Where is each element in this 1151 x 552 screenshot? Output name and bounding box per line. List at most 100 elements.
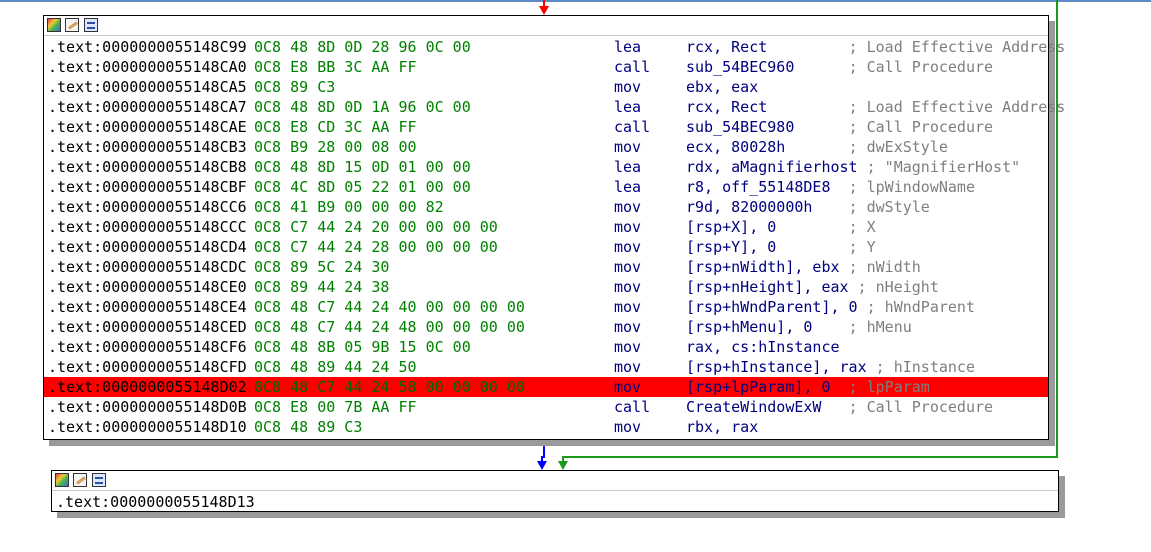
operand-text: [rsp+X], 0: [686, 218, 777, 236]
line-comment: ; Load Effective Address: [848, 38, 1066, 56]
edit-block-icon[interactable]: [73, 473, 87, 487]
line-mnemonic: mov: [614, 138, 642, 156]
line-mnemonic: mov: [614, 278, 642, 296]
disasm-line[interactable]: .text:0000000055148CED 0C8 48 C7 44 24 48…: [44, 317, 1048, 337]
disasm-line[interactable]: .text:0000000055148D10 0C8 48 89 C3 mov rbx…: [44, 417, 1048, 437]
line-opcode-bytes: 0C8 E8 CD 3C AA FF: [254, 118, 417, 136]
line-operands[interactable]: r8, off_55148DE8 ; lpWindowName: [686, 177, 975, 197]
line-opcode-bytes: 0C8 41 B9 00 00 00 82: [254, 198, 444, 216]
line-mnemonic: mov: [614, 298, 642, 316]
operand-text: [rsp+hInstance], rax: [686, 358, 867, 376]
edit-block-icon[interactable]: [65, 18, 79, 32]
disasm-line[interactable]: .text:0000000055148D13: [52, 492, 1058, 512]
group-nodes-icon[interactable]: [92, 473, 106, 487]
line-operands[interactable]: [rsp+hInstance], rax ; hInstance: [686, 357, 975, 377]
disasm-line[interactable]: .text:0000000055148D0B 0C8 E8 00 7B AA FF…: [44, 397, 1048, 417]
operand-text: rbx, rax: [686, 418, 759, 436]
line-comment: ; lpWindowName: [848, 178, 975, 196]
line-comment: ; Call Procedure: [848, 398, 994, 416]
line-operands[interactable]: sub_54BEC980 ; Call Procedure: [686, 117, 993, 137]
line-mnemonic: mov: [614, 238, 642, 256]
disasm-line[interactable]: .text:0000000055148CA0 0C8 E8 BB 3C AA FF…: [44, 57, 1048, 77]
operand-text: rax, cs:hInstance: [686, 338, 840, 356]
disasm-line-selected[interactable]: .text:0000000055148D02 0C8 48 C7 44 24 58…: [44, 377, 1048, 397]
line-operands[interactable]: rcx, Rect ; Load Effective Address: [686, 97, 1065, 117]
line-address: .text:0000000055148CAE: [48, 118, 247, 136]
line-opcode-bytes: 0C8 48 C7 44 24 40 00 00 00 00: [254, 298, 525, 316]
line-address: .text:0000000055148CFD: [48, 358, 247, 376]
graph-top-border: [0, 0, 1151, 2]
line-operands[interactable]: r9d, 82000000h ; dwStyle: [686, 197, 930, 217]
group-nodes-icon[interactable]: [84, 18, 98, 32]
operand-text: [rsp+hMenu], 0: [686, 318, 813, 336]
line-operands[interactable]: sub_54BEC960 ; Call Procedure: [686, 57, 993, 77]
line-address: .text:0000000055148CED: [48, 318, 247, 336]
block-color-icon[interactable]: [47, 18, 61, 32]
line-operands[interactable]: ebx, eax: [686, 77, 758, 97]
line-address: .text:0000000055148CA7: [48, 98, 247, 116]
line-comment: ; dwExStyle: [848, 138, 948, 156]
disasm-line[interactable]: .text:0000000055148CE0 0C8 89 44 24 38 mov…: [44, 277, 1048, 297]
disasm-line[interactable]: .text:0000000055148CA5 0C8 89 C3 mov ebx, e…: [44, 77, 1048, 97]
line-operands[interactable]: ecx, 80028h ; dwExStyle: [686, 137, 948, 157]
line-operands[interactable]: [rsp+hWndParent], 0 ; hWndParent: [686, 297, 975, 317]
line-opcode-bytes: 0C8 89 C3: [254, 78, 336, 96]
line-operands[interactable]: CreateWindowExW ; Call Procedure: [686, 397, 993, 417]
line-opcode-bytes: 0C8 89 44 24 38: [254, 278, 390, 296]
line-opcode-bytes: 0C8 48 89 44 24 50: [254, 358, 417, 376]
disasm-line[interactable]: .text:0000000055148CFD 0C8 48 89 44 24 50…: [44, 357, 1048, 377]
line-comment: ; Call Procedure: [848, 58, 994, 76]
basic-block-2[interactable]: .text:0000000055148D13: [51, 470, 1059, 512]
disassembly-lines: .text:0000000055148C99 0C8 48 8D 0D 28 96…: [44, 36, 1065, 437]
disasm-line[interactable]: .text:0000000055148C99 0C8 48 8D 0D 28 96…: [44, 37, 1065, 57]
line-comment: ; hInstance: [875, 358, 975, 376]
line-mnemonic: lea: [614, 38, 642, 56]
green-edge-arrow: [558, 461, 568, 470]
line-opcode-bytes: 0C8 48 8D 0D 28 96 0C 00: [254, 38, 471, 56]
line-opcode-bytes: 0C8 48 8D 0D 1A 96 0C 00: [254, 98, 471, 116]
line-address: .text:0000000055148CC6: [48, 198, 247, 216]
line-operands[interactable]: [rsp+Y], 0 ; Y: [686, 237, 876, 257]
line-address: .text:0000000055148CB8: [48, 158, 247, 176]
block-color-icon[interactable]: [55, 473, 69, 487]
line-opcode-bytes: 0C8 C7 44 24 20 00 00 00 00: [254, 218, 498, 236]
operand-text: [rsp+hWndParent], 0: [686, 298, 858, 316]
line-address: .text:0000000055148CE4: [48, 298, 247, 316]
line-comment: ; "MagnifierHost": [866, 158, 1021, 176]
line-operands[interactable]: rdx, aMagnifierhost ; "MagnifierHost": [686, 157, 1020, 177]
disasm-line[interactable]: .text:0000000055148CA7 0C8 48 8D 0D 1A 96…: [44, 97, 1065, 117]
operand-text: rcx, Rect: [686, 38, 768, 56]
line-comment: ; Load Effective Address: [848, 98, 1066, 116]
disasm-line[interactable]: .text:0000000055148CD4 0C8 C7 44 24 28 00…: [44, 237, 1048, 257]
line-address: .text:0000000055148CB3: [48, 138, 247, 156]
incoming-edge-arrow: [539, 6, 549, 15]
basic-block-1[interactable]: .text:0000000055148C99 0C8 48 8D 0D 28 96…: [43, 15, 1065, 440]
disasm-line[interactable]: .text:0000000055148CF6 0C8 48 8B 05 9B 15…: [44, 337, 1048, 357]
line-operands[interactable]: [rsp+hMenu], 0 ; hMenu: [686, 317, 912, 337]
disasm-line[interactable]: .text:0000000055148CB8 0C8 48 8D 15 0D 01…: [44, 157, 1048, 177]
disasm-line[interactable]: .text:0000000055148CE4 0C8 48 C7 44 24 40…: [44, 297, 1048, 317]
green-edge-horizontal: [562, 456, 1058, 458]
line-opcode-bytes: 0C8 E8 BB 3C AA FF: [254, 58, 417, 76]
line-operands[interactable]: rbx, rax: [686, 417, 758, 437]
line-operands[interactable]: [rsp+nHeight], eax ; nHeight: [686, 277, 939, 297]
disasm-line[interactable]: .text:0000000055148CBF 0C8 4C 8D 05 22 01…: [44, 177, 1048, 197]
disasm-line[interactable]: .text:0000000055148CCC 0C8 C7 44 24 20 00…: [44, 217, 1048, 237]
operand-text: ecx, 80028h: [686, 138, 786, 156]
operand-text: sub_54BEC980: [686, 118, 795, 136]
line-operands[interactable]: rcx, Rect ; Load Effective Address: [686, 37, 1065, 57]
line-operands[interactable]: [rsp+nWidth], ebx ; nWidth: [686, 257, 921, 277]
disasm-line[interactable]: .text:0000000055148CB3 0C8 B9 28 00 08 00…: [44, 137, 1048, 157]
disasm-line[interactable]: .text:0000000055148CAE 0C8 E8 CD 3C AA FF…: [44, 117, 1048, 137]
disasm-line[interactable]: .text:0000000055148CC6 0C8 41 B9 00 00 00…: [44, 197, 1048, 217]
line-operands[interactable]: [rsp+X], 0 ; X: [686, 217, 876, 237]
line-comment: ; dwStyle: [848, 198, 930, 216]
operand-text: [rsp+nHeight], eax: [686, 278, 849, 296]
line-operands[interactable]: rax, cs:hInstance: [686, 337, 840, 357]
operand-text: sub_54BEC960: [686, 58, 795, 76]
block-2-titlebar: [52, 471, 1058, 491]
line-comment: ; hMenu: [848, 318, 912, 336]
line-opcode-bytes: 0C8 48 C7 44 24 48 00 00 00 00: [254, 318, 525, 336]
disasm-line[interactable]: .text:0000000055148CDC 0C8 89 5C 24 30 mov…: [44, 257, 1048, 277]
line-operands[interactable]: [rsp+lpParam], 0 ; lpParam: [686, 377, 930, 397]
